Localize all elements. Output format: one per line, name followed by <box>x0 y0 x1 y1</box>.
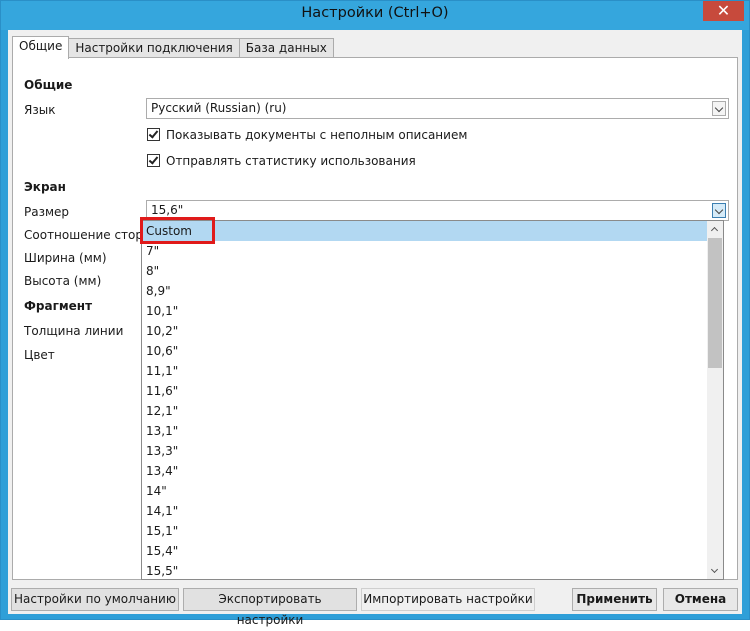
usage-stats-label[interactable]: Отправлять статистику использования <box>166 154 416 168</box>
size-option[interactable]: 15,1" <box>142 521 708 541</box>
dropdown-scrollbar[interactable] <box>707 221 723 579</box>
tab-connection-settings[interactable]: Настройки подключения <box>68 38 240 58</box>
size-option[interactable]: 15,4" <box>142 541 708 561</box>
incomplete-docs-label[interactable]: Показывать документы с неполным описание… <box>166 128 467 142</box>
language-label: Язык <box>24 103 56 117</box>
tab-database[interactable]: База данных <box>238 38 334 58</box>
size-option[interactable]: 10,1" <box>142 301 708 321</box>
size-option[interactable]: 10,2" <box>142 321 708 341</box>
chevron-down-icon <box>710 565 719 574</box>
size-option[interactable]: 12,1" <box>142 401 708 421</box>
export-settings-button[interactable]: Экспортировать настройки <box>183 588 357 627</box>
chevron-up-icon <box>710 226 719 235</box>
size-options: Custom 7" 8" 8,9" 10,1" 10,2" 10,6" 11,1" 11,6" 1… <box>142 221 708 579</box>
close-button[interactable]: ✕ <box>703 1 744 21</box>
section-fragment-title: Фрагмент <box>24 299 93 313</box>
chevron-down-icon <box>714 103 724 113</box>
size-option[interactable]: 14" <box>142 481 708 501</box>
size-dropdown-list[interactable]: Custom 7" 8" 8,9" 10,1" 10,2" 10,6" 11,1" 11,6" 1… <box>141 220 724 580</box>
size-option[interactable]: 13,1" <box>142 421 708 441</box>
tab-general[interactable]: Общие <box>12 36 70 59</box>
size-value: 15,6" <box>151 203 184 217</box>
tab-strip: Общие Настройки подключения База данных <box>12 36 334 59</box>
color-label: Цвет <box>24 348 55 362</box>
language-select[interactable]: Русский (Russian) (ru) <box>146 98 729 119</box>
checkmark-icon <box>148 154 159 165</box>
section-screen-title: Экран <box>24 180 66 194</box>
aspect-ratio-label: Соотношение сторон <box>24 228 159 242</box>
window-title: Настройки (Ctrl+O) <box>301 5 449 21</box>
size-option[interactable]: 7" <box>142 241 708 261</box>
scroll-down-button[interactable] <box>707 563 723 579</box>
size-option[interactable]: 10,6" <box>142 341 708 361</box>
scrollbar-thumb[interactable] <box>708 238 722 368</box>
size-option[interactable]: 8" <box>142 261 708 281</box>
scroll-up-button[interactable] <box>707 221 723 237</box>
size-option[interactable]: 14,1" <box>142 501 708 521</box>
checkmark-icon <box>148 128 159 139</box>
import-settings-button[interactable]: Импортировать настройки <box>361 588 535 611</box>
settings-window: Настройки (Ctrl+O) ✕ Общие Настройки под… <box>0 0 750 627</box>
language-value: Русский (Russian) (ru) <box>151 101 287 115</box>
size-label: Размер <box>24 205 70 219</box>
size-option[interactable]: 13,4" <box>142 461 708 481</box>
size-dropdown-button[interactable] <box>712 203 726 218</box>
size-select[interactable]: 15,6" <box>146 200 729 221</box>
chevron-down-icon <box>714 205 724 215</box>
height-mm-label: Высота (мм) <box>24 274 102 288</box>
apply-button[interactable]: Применить <box>572 588 657 611</box>
defaults-button[interactable]: Настройки по умолчанию <box>11 588 179 611</box>
incomplete-docs-checkbox[interactable] <box>147 128 160 141</box>
section-general-title: Общие <box>24 78 73 92</box>
size-option[interactable]: 8,9" <box>142 281 708 301</box>
cancel-button[interactable]: Отмена <box>663 588 738 611</box>
close-icon: ✕ <box>716 1 731 20</box>
size-option[interactable]: 11,1" <box>142 361 708 381</box>
size-option[interactable]: 11,6" <box>142 381 708 401</box>
title-bar[interactable]: Настройки (Ctrl+O) ✕ <box>1 1 749 30</box>
annotation-highlight-box <box>140 217 215 244</box>
size-option[interactable]: 13,3" <box>142 441 708 461</box>
language-dropdown-button[interactable] <box>712 101 726 116</box>
size-option[interactable]: Custom <box>142 221 708 241</box>
line-thickness-label: Толщина линии <box>24 324 124 338</box>
width-mm-label: Ширина (мм) <box>24 251 107 265</box>
size-option[interactable]: 15,5" <box>142 561 708 579</box>
usage-stats-checkbox[interactable] <box>147 154 160 167</box>
dialog-body: Общие Настройки подключения База данных … <box>8 30 742 627</box>
